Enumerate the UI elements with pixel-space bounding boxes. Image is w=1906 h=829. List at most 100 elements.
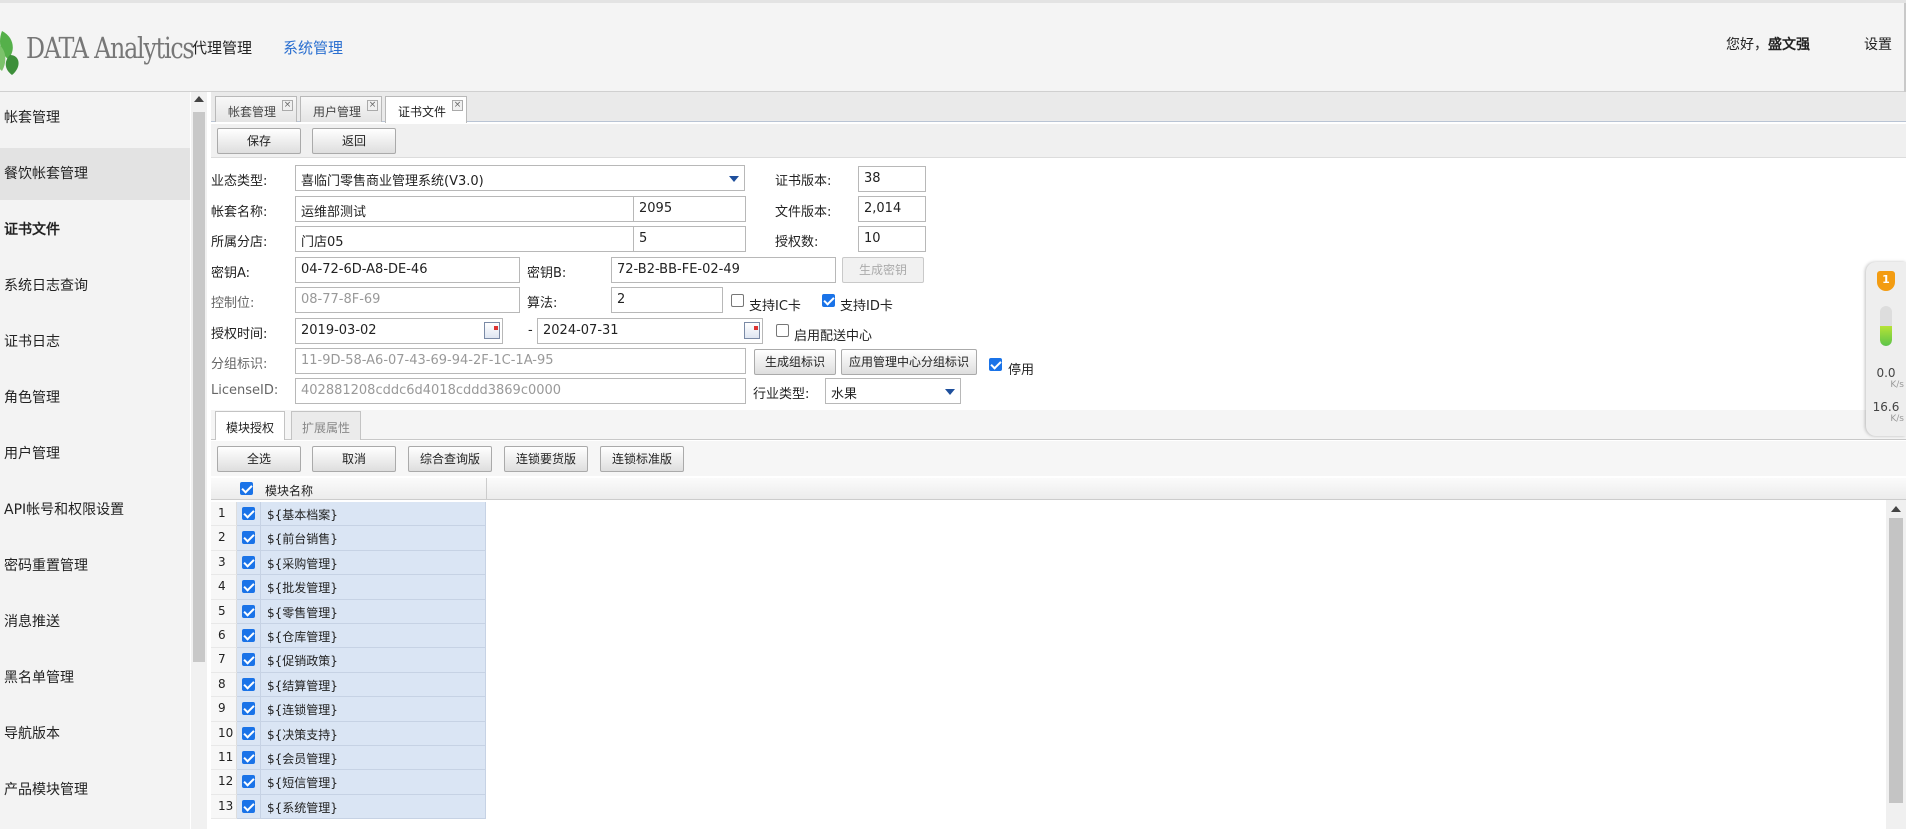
sidebar-item-certificate-file[interactable]: 证书文件 (0, 204, 190, 256)
sidebar-item-blacklist[interactable]: 黑名单管理 (0, 652, 190, 704)
table-row[interactable]: 8 ${结算管理} (211, 672, 486, 698)
account-name-field[interactable]: 运维部测试 (295, 196, 635, 222)
table-row[interactable]: 1 ${基本档案} (211, 502, 486, 527)
id-card-checkbox[interactable] (822, 294, 835, 307)
row-checkbox[interactable] (242, 799, 255, 813)
sidebar-item-catering-account[interactable]: 餐饮帐套管理 (0, 148, 190, 200)
row-checkbox[interactable] (242, 531, 255, 545)
cancel-selection-button[interactable]: 取消 (312, 446, 396, 472)
key-a-field[interactable]: 04-72-6D-A8-DE-46 (295, 257, 520, 283)
group-id-field[interactable]: 11-9D-58-A6-07-43-69-94-2F-1C-1A-95 (295, 348, 746, 374)
sidebar-scroll-thumb[interactable] (193, 112, 205, 662)
tab-account-management[interactable]: 帐套管理 × (215, 96, 297, 122)
chain-standard-edition-button[interactable]: 连锁标准版 (600, 446, 684, 472)
generate-key-button[interactable]: 生成密钥 (842, 257, 924, 283)
tab-extended-attributes[interactable]: 扩展属性 (291, 411, 362, 440)
sidebar-item-message-push[interactable]: 消息推送 (0, 596, 190, 648)
scroll-up-arrow-icon[interactable] (1891, 506, 1901, 512)
row-checkbox[interactable] (242, 629, 255, 642)
save-button[interactable]: 保存 (217, 128, 301, 154)
module-name-cell: ${决策支持} (261, 721, 486, 746)
table-row[interactable]: 3 ${采购管理} (211, 550, 486, 576)
file-version-field[interactable]: 2,014 (858, 196, 926, 222)
sidebar-item-role-management[interactable]: 角色管理 (0, 372, 190, 424)
select-all-checkbox[interactable] (240, 482, 253, 495)
row-number: 7 (211, 648, 237, 673)
row-checkbox[interactable] (242, 726, 255, 740)
tab-certificate-file[interactable]: 证书文件 × (385, 96, 467, 123)
sidebar-item-account-management[interactable]: 帐套管理 (0, 92, 190, 144)
chain-ordering-edition-button[interactable]: 连锁要货版 (504, 446, 588, 472)
scroll-up-arrow-icon[interactable] (194, 96, 204, 102)
calendar-icon[interactable] (744, 322, 760, 339)
row-checkbox[interactable] (242, 775, 255, 789)
branch-count-field[interactable]: 5 (633, 226, 746, 252)
table-row[interactable]: 5 ${零售管理} (211, 599, 486, 624)
license-id-field[interactable]: 402881208cddc6d4018cddd3869c0000 (295, 378, 746, 404)
sidebar-item-nav-version[interactable]: 导航版本 (0, 708, 190, 760)
table-row[interactable]: 7 ${促销政策} (211, 648, 486, 673)
control-field[interactable]: 08-77-8F-69 (295, 287, 520, 313)
industry-type-select[interactable]: 水果 (825, 378, 961, 404)
table-row[interactable]: 6 ${仓库管理} (211, 624, 486, 649)
back-button[interactable]: 返回 (312, 128, 396, 154)
grid-scroll-thumb[interactable] (1889, 518, 1903, 803)
sidebar-item-certificate-log[interactable]: 证书日志 (0, 316, 190, 368)
close-icon[interactable]: × (367, 100, 378, 111)
table-row[interactable]: 9 ${连锁管理} (211, 697, 486, 722)
table-row[interactable]: 11 ${会员管理} (211, 746, 486, 771)
table-row[interactable]: 10 ${决策支持} (211, 721, 486, 746)
user-name[interactable]: 盛文强 (1768, 37, 1810, 53)
nav-system-management[interactable]: 系统管理 (283, 37, 343, 58)
sidebar-item-system-log[interactable]: 系统日志查询 (0, 260, 190, 312)
grid-scrollbar[interactable] (1886, 500, 1906, 829)
network-speed-widget[interactable]: 1 0.0 K/s 16.6 K/s (1866, 262, 1906, 436)
row-checkbox[interactable] (242, 604, 255, 618)
key-b-field[interactable]: 72-B2-BB-FE-02-49 (611, 257, 836, 283)
sidebar-item-password-reset[interactable]: 密码重置管理 (0, 540, 190, 592)
chevron-down-icon[interactable] (941, 383, 959, 401)
row-checkbox[interactable] (242, 702, 255, 716)
cert-version-field[interactable]: 38 (858, 166, 926, 192)
table-row[interactable]: 13 ${系统管理} (211, 794, 486, 820)
industry-type-value: 水果 (831, 387, 858, 402)
sidebar-scrollbar[interactable] (191, 92, 207, 829)
nav-agent-management[interactable]: 代理管理 (192, 37, 252, 58)
algorithm-field[interactable]: 2 (611, 287, 723, 313)
query-edition-button[interactable]: 综合查询版 (408, 446, 492, 472)
table-row[interactable]: 12 ${短信管理} (211, 770, 486, 795)
sidebar-item-user-management[interactable]: 用户管理 (0, 428, 190, 480)
business-type-select[interactable]: 喜临门零售商业管理系统(V3.0) (295, 165, 745, 191)
row-checkbox[interactable] (242, 580, 255, 594)
table-row[interactable]: 4 ${批发管理} (211, 575, 486, 600)
row-checkbox[interactable] (242, 677, 255, 691)
settings-link[interactable]: 设置 (1864, 34, 1892, 54)
tab-module-authorization[interactable]: 模块授权 (215, 411, 286, 440)
shield-badge-icon[interactable]: 1 (1877, 271, 1895, 291)
disable-checkbox[interactable] (989, 358, 1002, 371)
account-code-field[interactable]: 2095 (633, 196, 746, 222)
select-all-button[interactable]: 全选 (217, 446, 301, 472)
distribution-center-checkbox[interactable] (776, 324, 789, 337)
row-checkbox[interactable] (242, 751, 255, 764)
generate-group-button[interactable]: 生成组标识 (754, 349, 836, 375)
ic-card-checkbox[interactable] (731, 294, 744, 307)
calendar-icon[interactable] (484, 322, 500, 339)
sidebar-item-product-modules[interactable]: 产品模块管理 (0, 764, 190, 816)
branch-field[interactable]: 门店05 (295, 226, 635, 252)
tab-user-management[interactable]: 用户管理 × (300, 96, 382, 122)
apply-group-id-button[interactable]: 应用管理中心分组标识 (841, 349, 977, 375)
close-icon[interactable]: × (452, 100, 463, 111)
chevron-down-icon[interactable] (725, 170, 743, 188)
auth-end-date-field[interactable]: 2024-07-31 (537, 318, 763, 344)
module-name-cell: ${短信管理} (261, 770, 486, 795)
row-checkbox[interactable] (242, 653, 255, 667)
row-checkbox[interactable] (242, 555, 255, 569)
close-icon[interactable]: × (282, 100, 293, 111)
table-row[interactable]: 2 ${前台销售} (211, 526, 486, 551)
auth-count-field[interactable]: 10 (858, 226, 926, 252)
auth-start-date-field[interactable]: 2019-03-02 (295, 318, 503, 344)
algorithm-label: 算法: (527, 296, 558, 311)
row-checkbox[interactable] (242, 507, 255, 520)
sidebar-item-api-permissions[interactable]: API帐号和权限设置 (0, 484, 190, 536)
